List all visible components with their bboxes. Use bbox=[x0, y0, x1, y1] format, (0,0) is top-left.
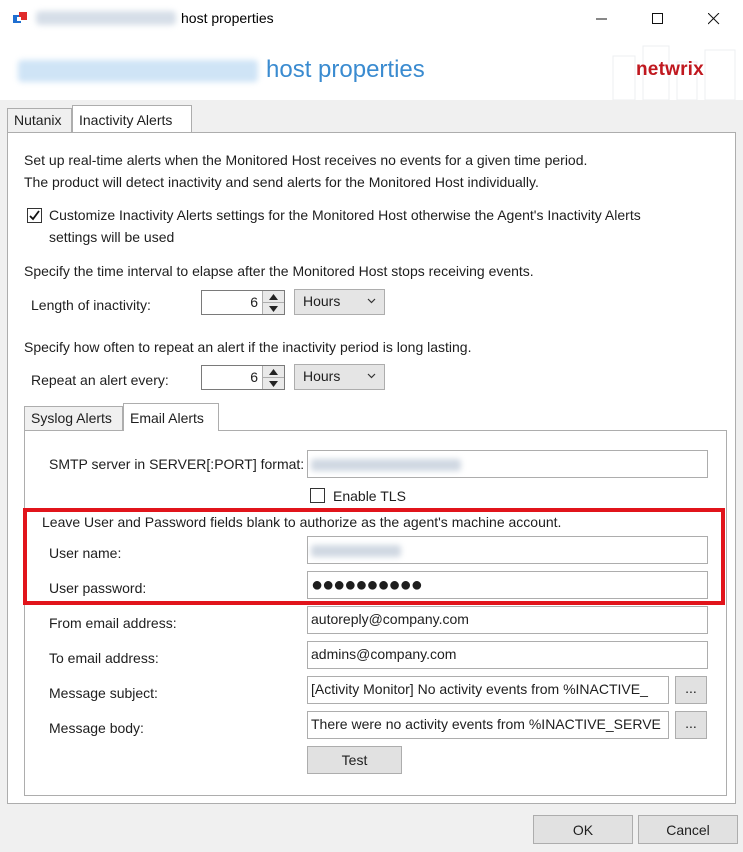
title-host-redacted bbox=[36, 11, 176, 25]
title-bar: host properties bbox=[0, 0, 743, 38]
repeat-unit-select[interactable]: Hours bbox=[294, 364, 385, 390]
tab-nutanix[interactable]: Nutanix bbox=[7, 108, 72, 132]
tab-inactivity-alerts[interactable]: Inactivity Alerts bbox=[72, 105, 192, 132]
highlight-box bbox=[23, 508, 725, 605]
checkmark-icon bbox=[29, 210, 40, 221]
repeat-unit-value: Hours bbox=[303, 368, 341, 384]
customize-label-line-2: settings will be used bbox=[49, 229, 175, 245]
stepper-up-button[interactable] bbox=[263, 291, 284, 302]
cancel-button[interactable]: Cancel bbox=[638, 815, 738, 844]
subject-browse-button[interactable]: ... bbox=[675, 676, 707, 704]
triangle-down-icon bbox=[269, 380, 278, 387]
intro-line-2: The product will detect inactivity and s… bbox=[24, 174, 539, 190]
window-title: host properties bbox=[181, 10, 274, 26]
customize-checkbox[interactable] bbox=[27, 208, 42, 223]
repeat-description: Specify how often to repeat an alert if … bbox=[24, 339, 472, 355]
smtp-value-redacted bbox=[311, 459, 461, 471]
test-button[interactable]: Test bbox=[307, 746, 402, 774]
minimize-icon bbox=[596, 18, 607, 20]
intro-line-1: Set up real-time alerts when the Monitor… bbox=[24, 152, 588, 168]
length-unit-select[interactable]: Hours bbox=[294, 289, 385, 315]
maximize-icon bbox=[652, 13, 663, 24]
header-banner: host properties netwrix bbox=[0, 38, 743, 100]
app-icon bbox=[13, 12, 27, 23]
length-unit-value: Hours bbox=[303, 293, 341, 309]
interval-description: Specify the time interval to elapse afte… bbox=[24, 263, 534, 279]
body-browse-button[interactable]: ... bbox=[675, 711, 707, 739]
triangle-up-icon bbox=[269, 368, 278, 375]
to-email-label: To email address: bbox=[49, 650, 159, 666]
netwrix-logo: netwrix bbox=[636, 59, 704, 80]
minimize-button[interactable] bbox=[574, 0, 630, 38]
ok-button[interactable]: OK bbox=[533, 815, 633, 844]
from-email-label: From email address: bbox=[49, 615, 177, 631]
triangle-down-icon bbox=[269, 305, 278, 312]
message-subject-label: Message subject: bbox=[49, 685, 158, 701]
enable-tls-checkbox[interactable] bbox=[310, 488, 325, 503]
tab-syslog-alerts[interactable]: Syslog Alerts bbox=[24, 406, 123, 431]
length-label: Length of inactivity: bbox=[31, 297, 151, 313]
from-email-field[interactable]: autoreply@company.com bbox=[307, 606, 708, 634]
repeat-value[interactable]: 6 bbox=[202, 366, 262, 389]
length-value[interactable]: 6 bbox=[202, 291, 262, 314]
triangle-up-icon bbox=[269, 293, 278, 300]
repeat-stepper[interactable]: 6 bbox=[201, 365, 285, 390]
repeat-label: Repeat an alert every: bbox=[31, 372, 169, 388]
smtp-server-field[interactable] bbox=[307, 450, 708, 478]
message-body-field[interactable]: There were no activity events from %INAC… bbox=[307, 711, 669, 739]
to-email-field[interactable]: admins@company.com bbox=[307, 641, 708, 669]
close-button[interactable] bbox=[686, 0, 742, 38]
stepper-down-button[interactable] bbox=[263, 302, 284, 314]
stepper-up-button[interactable] bbox=[263, 366, 284, 377]
customize-label-line-1: Customize Inactivity Alerts settings for… bbox=[49, 207, 641, 223]
length-stepper[interactable]: 6 bbox=[201, 290, 285, 315]
stepper-down-button[interactable] bbox=[263, 377, 284, 389]
message-body-label: Message body: bbox=[49, 720, 144, 736]
chevron-down-icon bbox=[367, 298, 376, 304]
tab-email-alerts[interactable]: Email Alerts bbox=[123, 403, 219, 431]
header-title: host properties bbox=[266, 56, 425, 83]
message-subject-field[interactable]: [Activity Monitor] No activity events fr… bbox=[307, 676, 669, 704]
header-host-redacted bbox=[18, 60, 258, 82]
smtp-label: SMTP server in SERVER[:PORT] format: bbox=[49, 456, 305, 472]
enable-tls-label: Enable TLS bbox=[333, 488, 406, 504]
chevron-down-icon bbox=[367, 373, 376, 379]
maximize-button[interactable] bbox=[630, 0, 686, 38]
close-icon bbox=[708, 13, 720, 25]
